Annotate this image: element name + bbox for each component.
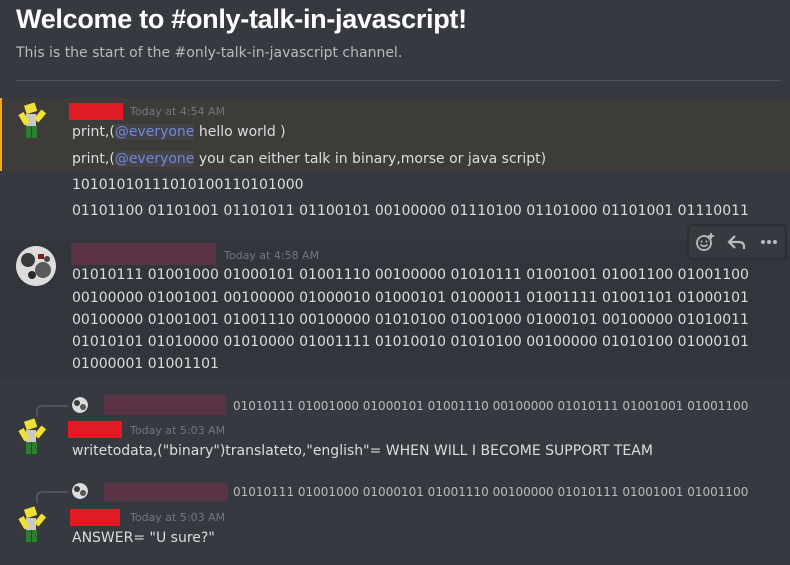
add-reaction-icon[interactable] [693, 230, 717, 254]
reply-icon[interactable] [725, 230, 749, 254]
username-redacted[interactable] [68, 421, 122, 438]
message-line: 00100000 01001001 00100000 01000010 0100… [72, 290, 749, 306]
timestamp: Today at 5:03 AM [130, 511, 226, 524]
message-line: 00100000 01001001 01001110 00100000 0101… [72, 312, 749, 328]
message-group[interactable]: 01010111 01001000 01000101 01001110 0010… [0, 392, 790, 467]
message-line: 01000001 01001101 [72, 356, 219, 372]
message-line: 01010111 01001000 01000101 01001110 0010… [72, 267, 749, 283]
message-line: 10101010111010100110101000 [72, 177, 304, 193]
reply-preview[interactable]: 01010111 01001000 01000101 01001110 0010… [233, 399, 753, 413]
message-group[interactable]: Today at 4:54 AM print,(@everyone hello … [0, 98, 790, 171]
timestamp: Today at 5:03 AM [130, 424, 226, 437]
referenced-avatar[interactable] [72, 483, 88, 499]
timestamp: Today at 4:54 AM [130, 105, 226, 118]
message-group[interactable]: Today at 4:58 AM 01010111 01001000 01000… [0, 240, 790, 378]
timestamp: Today at 4:58 AM [224, 249, 320, 262]
message-text: ANSWER= "U sure?" [72, 530, 215, 546]
reply-preview[interactable]: 01010111 01001000 01000101 01001110 0010… [233, 485, 753, 499]
message-group[interactable]: 01010111 01001000 01000101 01001110 0010… [0, 478, 790, 553]
message-line: print,(@everyone you can either talk in … [72, 151, 547, 167]
username-redacted[interactable] [71, 243, 216, 265]
everyone-mention[interactable]: @everyone [114, 151, 195, 167]
message-line: print,(@everyone hello world ) [72, 124, 286, 140]
reply-spine [36, 491, 68, 503]
channel-welcome: Welcome to #only-talk-in-javascript! Thi… [16, 2, 774, 61]
username-redacted[interactable] [70, 509, 120, 526]
message-line: 01010101 01010000 01010000 01001111 0101… [72, 334, 749, 350]
more-icon[interactable] [757, 230, 781, 254]
message-text: writetodata,("binary")translateto,"engli… [72, 443, 653, 459]
reply-spine [36, 405, 68, 417]
avatar[interactable] [16, 246, 56, 286]
mention-highlight-bar [0, 98, 2, 171]
avatar[interactable] [16, 418, 56, 458]
avatar[interactable] [16, 506, 56, 546]
divider [16, 80, 781, 81]
referenced-username-redacted[interactable] [104, 483, 228, 501]
referenced-avatar[interactable] [72, 397, 88, 413]
welcome-title: Welcome to #only-talk-in-javascript! [16, 4, 467, 34]
message-line: 01101100 01101001 01101011 01100101 0010… [72, 203, 749, 219]
avatar[interactable] [16, 102, 56, 142]
referenced-username-redacted[interactable] [104, 395, 226, 415]
username-redacted[interactable] [69, 103, 123, 120]
everyone-mention[interactable]: @everyone [114, 124, 195, 140]
welcome-subtitle: This is the start of the #only-talk-in-j… [16, 45, 403, 61]
message-toolbar [688, 225, 786, 259]
